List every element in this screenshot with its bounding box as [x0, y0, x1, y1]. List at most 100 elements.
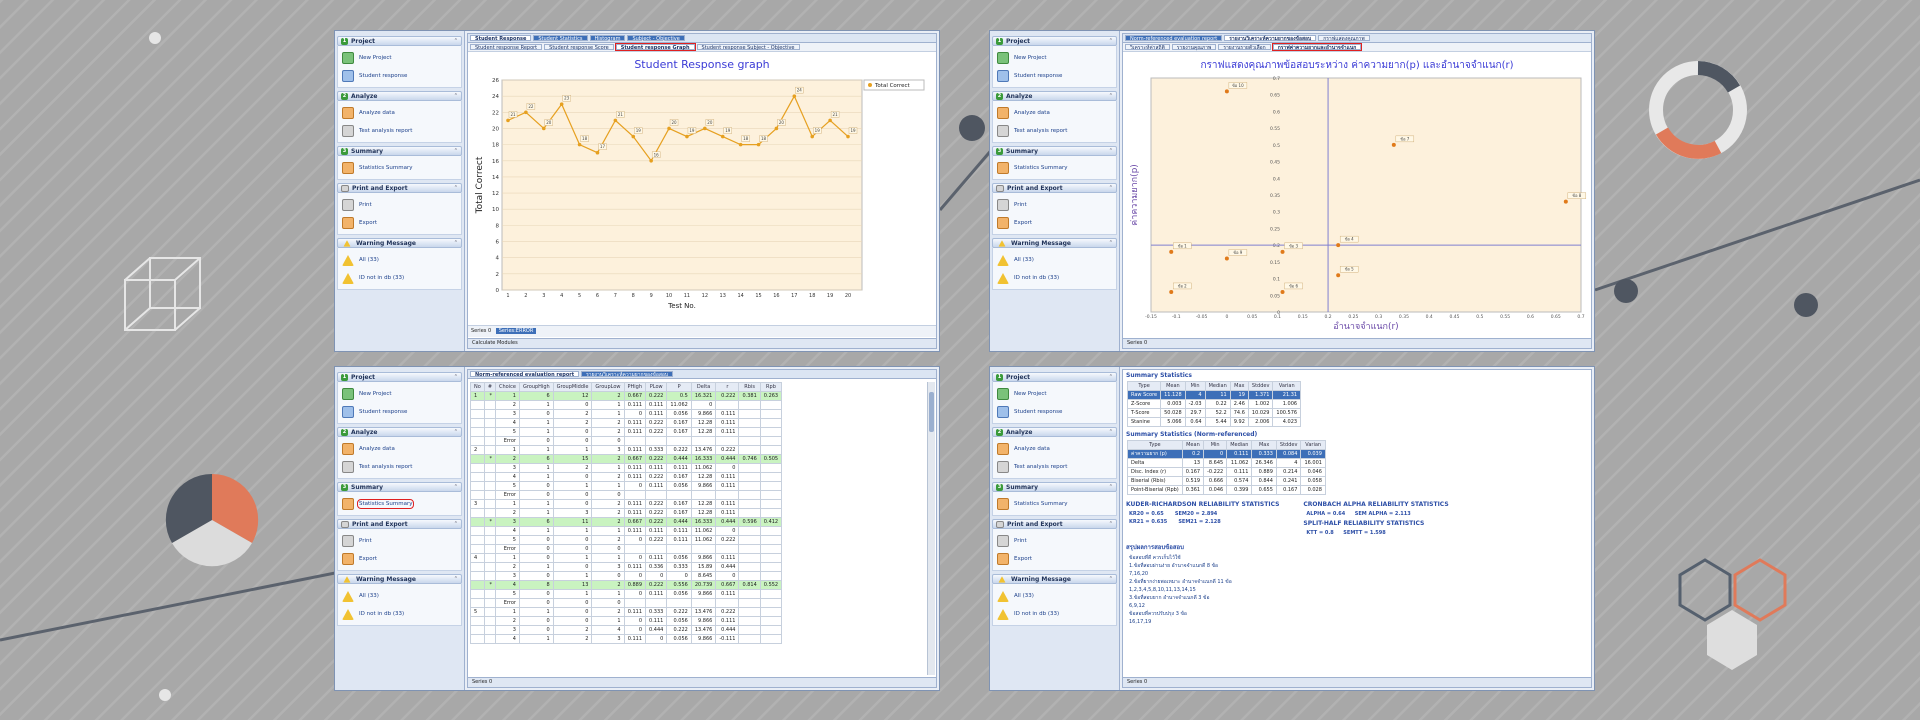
analyze-data-item[interactable]: Analyze data [997, 440, 1112, 458]
table-row[interactable]: Error 0 0 0 [470, 544, 783, 554]
group-print-export-header[interactable]: Print and Export ⌃ [337, 183, 462, 193]
group-project-header[interactable]: 1 Project ⌃ [337, 372, 462, 382]
column-header[interactable]: P [666, 382, 692, 392]
column-header[interactable]: GroupMiddle [552, 382, 593, 392]
collapse-icon[interactable]: ⌃ [454, 148, 458, 154]
column-header[interactable]: GroupHigh [518, 382, 554, 392]
warning-all-item[interactable]: All (33) [342, 251, 457, 269]
tab-histogram[interactable]: Histogram [589, 35, 626, 42]
tab-difficulty-report[interactable]: รายงานวิเคราะห์ความยากของข้อสอบ [581, 371, 674, 378]
collapse-icon[interactable]: ⌃ [454, 240, 458, 246]
column-header[interactable]: Varian [1272, 381, 1302, 391]
table-row[interactable]: T-Score 50.028 29.7 52.2 74.6 10.029 100.576 [1126, 408, 1302, 418]
collapse-icon[interactable]: ⌃ [1109, 521, 1113, 527]
collapse-icon[interactable]: ⌃ [1109, 576, 1113, 582]
table-row[interactable]: 3 0 2 1 0 0.111 0.056 9.866 0.111 [470, 409, 783, 419]
collapse-icon[interactable]: ⌃ [454, 484, 458, 490]
table-row[interactable]: Stanine 5.066 0.64 5.44 9.92 2.006 4.023 [1126, 417, 1302, 427]
table-row[interactable]: 2 0 0 1 0 0.111 0.056 9.866 0.111 [470, 616, 783, 626]
column-header[interactable]: GroupLow [591, 382, 625, 392]
collapse-icon[interactable]: ⌃ [454, 374, 458, 380]
column-header[interactable]: Max [1251, 440, 1277, 450]
print-item[interactable]: Print [342, 532, 457, 550]
column-header[interactable]: PLow [645, 382, 668, 392]
group-project-header[interactable]: 1 Project ⌃ [992, 36, 1117, 46]
collapse-icon[interactable]: ⌃ [454, 576, 458, 582]
export-item[interactable]: Export [997, 550, 1112, 568]
subtab-difficulty-graph[interactable]: กราฟค่าความยากและอำนาจจำแนก [1271, 43, 1363, 51]
analyze-data-item[interactable]: Analyze data [997, 104, 1112, 122]
table-row[interactable]: 5 0 1 1 0 0.111 0.056 9.866 0.111 [470, 589, 783, 599]
table-row[interactable]: 4 1 2 3 0.111 0 0.056 9.866 -0.111 [470, 634, 783, 644]
collapse-icon[interactable]: ⌃ [1109, 429, 1113, 435]
column-header[interactable]: Min [1184, 381, 1206, 391]
group-project-header[interactable]: 1 Project ⌃ [337, 36, 462, 46]
statistics-summary-item[interactable]: Statistics Summary [997, 495, 1112, 513]
statistics-summary-item[interactable]: Statistics Summary [342, 495, 457, 513]
column-header[interactable]: PHigh [623, 382, 647, 392]
column-header[interactable]: Choice [495, 382, 520, 392]
statistics-summary-item[interactable]: Statistics Summary [342, 159, 457, 177]
tab-student-response[interactable]: Student Response [470, 35, 532, 42]
collapse-icon[interactable]: ⌃ [454, 38, 458, 44]
collapse-icon[interactable]: ⌃ [454, 429, 458, 435]
group-warning-header[interactable]: Warning Message ⌃ [337, 574, 462, 584]
column-header[interactable]: Mean [1181, 440, 1205, 450]
new-project-item[interactable]: New Project [342, 385, 457, 403]
subtab-statistics[interactable]: วิเคราะห์ค่าสถิติ [1125, 44, 1170, 51]
tab-quality-graph[interactable]: กราฟแสดงคุณภาพ [1318, 35, 1370, 42]
student-response-item[interactable]: Student response [342, 67, 457, 85]
new-project-item[interactable]: New Project [997, 385, 1112, 403]
collapse-icon[interactable]: ⌃ [1109, 240, 1113, 246]
table-row[interactable]: 4 1 1 1 0.111 0.111 0.111 11.062 0 [470, 526, 783, 536]
new-project-item[interactable]: New Project [342, 49, 457, 67]
subtab-response-subject[interactable]: Student response Subject - Objective [696, 44, 800, 51]
group-project-header[interactable]: 1 Project ⌃ [992, 372, 1117, 382]
column-header[interactable]: Mean [1160, 381, 1186, 391]
print-item[interactable]: Print [342, 196, 457, 214]
warning-id-not-in-db-item[interactable]: ID not in db (33) [342, 605, 457, 623]
table-row[interactable]: * 3 6 11 2 0.667 0.222 0.444 16.333 0.444 0.596 0.4… [470, 517, 783, 527]
table-row[interactable]: 4 1 0 1 1 0 0.111 0.056 9.866 0.111 [470, 553, 783, 563]
column-header[interactable]: Max [1229, 381, 1249, 391]
group-summary-header[interactable]: 3 Summary ⌃ [992, 482, 1117, 492]
collapse-icon[interactable]: ⌃ [1109, 185, 1113, 191]
table-row[interactable]: 3 0 1 0 0 0 0 8.645 0 [470, 571, 783, 581]
column-header[interactable]: Delta [690, 382, 717, 392]
subtab-choice-report[interactable]: รายงานรายตัวเลือก [1218, 44, 1271, 51]
table-row[interactable]: 2 1 0 3 0.111 0.336 0.333 15.89 0.444 [470, 562, 783, 572]
test-analysis-report-item[interactable]: Test analysis report [997, 122, 1112, 140]
collapse-icon[interactable]: ⌃ [454, 93, 458, 99]
warning-id-not-in-db-item[interactable]: ID not in db (33) [997, 605, 1112, 623]
group-analyze-header[interactable]: 2 Analyze ⌃ [992, 91, 1117, 101]
table-row[interactable]: 2 1 0 1 0.111 0.111 11.062 0 [470, 400, 783, 410]
group-analyze-header[interactable]: 2 Analyze ⌃ [992, 427, 1117, 437]
group-warning-header[interactable]: Warning Message ⌃ [337, 238, 462, 248]
table-row[interactable]: Error 0 0 0 [470, 490, 783, 500]
column-header[interactable]: Type [1126, 381, 1162, 391]
subtab-response-report[interactable]: Student response Report [470, 44, 543, 51]
table-row[interactable]: 4 1 2 2 0.111 0.222 0.167 12.28 0.111 [470, 418, 783, 428]
group-print-export-header[interactable]: Print and Export ⌃ [992, 519, 1117, 529]
table-row[interactable]: 4 1 0 2 0.111 0.222 0.167 12.28 0.111 [470, 472, 783, 482]
subtab-quality-report[interactable]: รายงานคุณภาพ [1171, 44, 1217, 51]
table-row[interactable]: 1 * 1 6 12 2 0.667 0.222 0.5 16.321 0.222 0.381 0.26… [470, 391, 783, 401]
collapse-icon[interactable]: ⌃ [1109, 374, 1113, 380]
warning-all-item[interactable]: All (33) [997, 587, 1112, 605]
tab-norm-referenced-report[interactable]: Norm-referenced evaluation report [1125, 35, 1223, 42]
tab-difficulty-report[interactable]: รายงานวิเคราะห์ความยากของข้อสอบ [1224, 35, 1317, 42]
table-row[interactable]: * 4 8 13 2 0.889 0.222 0.556 20.739 0.667 0.814 0.5… [470, 580, 783, 590]
statistics-summary-item[interactable]: Statistics Summary [997, 159, 1112, 177]
print-item[interactable]: Print [997, 196, 1112, 214]
table-row[interactable]: * 2 6 15 2 0.667 0.222 0.444 16.333 0.444 0.746 0.5… [470, 454, 783, 464]
table-row[interactable]: Delta 13 8.645 11.062 26.346 4 16.001 [1127, 458, 1326, 468]
column-header[interactable]: Median [1204, 381, 1231, 391]
series-error-tab[interactable]: Series:ERROR [495, 328, 537, 334]
column-header[interactable]: Stddev [1275, 440, 1302, 450]
table-row[interactable]: Biserial (Rbis) 0.519 0.666 0.574 0.844 0.241… [1127, 476, 1326, 486]
column-header[interactable]: Stddev [1247, 381, 1274, 391]
column-header[interactable]: Rpb [759, 382, 783, 392]
test-analysis-report-item[interactable]: Test analysis report [342, 122, 457, 140]
group-summary-header[interactable]: 3 Summary ⌃ [992, 146, 1117, 156]
table-row[interactable]: 2 1 1 1 3 0.111 0.333 0.222 13.476 0.222 [470, 445, 783, 455]
